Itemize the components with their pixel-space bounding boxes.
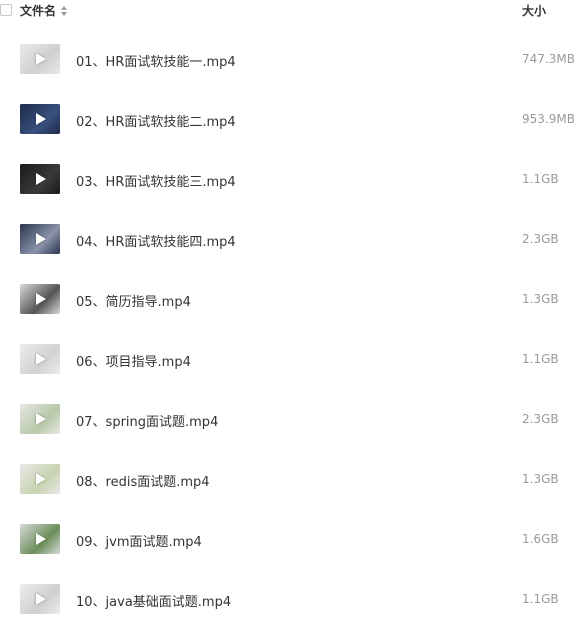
- file-size: 1.1GB: [522, 172, 559, 186]
- file-row[interactable]: 08、redis面试题.mp4 1.3GB: [0, 449, 585, 509]
- column-header-size[interactable]: 大小: [522, 2, 546, 19]
- file-row[interactable]: 06、项目指导.mp4 1.1GB: [0, 329, 585, 389]
- sort-icon[interactable]: [60, 5, 68, 17]
- play-icon: [36, 413, 46, 425]
- play-icon: [36, 233, 46, 245]
- file-row[interactable]: 09、jvm面试题.mp4 1.6GB: [0, 509, 585, 569]
- play-icon: [36, 473, 46, 485]
- play-icon: [36, 353, 46, 365]
- file-row[interactable]: 05、简历指导.mp4 1.3GB: [0, 269, 585, 329]
- column-header-name[interactable]: 文件名: [20, 2, 68, 19]
- file-name[interactable]: 01、HR面试软技能一.mp4: [76, 51, 236, 70]
- column-header-name-label: 文件名: [20, 4, 57, 18]
- file-name[interactable]: 05、简历指导.mp4: [76, 291, 191, 310]
- file-row[interactable]: 07、spring面试题.mp4 2.3GB: [0, 389, 585, 449]
- file-name[interactable]: 04、HR面试软技能四.mp4: [76, 231, 236, 250]
- video-thumbnail[interactable]: [20, 224, 60, 254]
- file-name[interactable]: 08、redis面试题.mp4: [76, 471, 210, 490]
- video-thumbnail[interactable]: [20, 404, 60, 434]
- file-size: 953.9MB: [522, 112, 575, 126]
- play-icon: [36, 293, 46, 305]
- video-thumbnail[interactable]: [20, 524, 60, 554]
- file-size: 1.6GB: [522, 532, 559, 546]
- file-size: 747.3MB: [522, 52, 575, 66]
- file-name[interactable]: 02、HR面试软技能二.mp4: [76, 111, 236, 130]
- video-thumbnail[interactable]: [20, 104, 60, 134]
- file-list-header: 文件名 大小: [0, 0, 585, 24]
- video-thumbnail[interactable]: [20, 584, 60, 614]
- video-thumbnail[interactable]: [20, 464, 60, 494]
- video-thumbnail[interactable]: [20, 44, 60, 74]
- file-row[interactable]: 01、HR面试软技能一.mp4 747.3MB: [0, 29, 585, 89]
- file-size: 1.3GB: [522, 472, 559, 486]
- file-size: 1.3GB: [522, 292, 559, 306]
- file-size: 2.3GB: [522, 232, 559, 246]
- file-name[interactable]: 06、项目指导.mp4: [76, 351, 191, 370]
- select-all-checkbox[interactable]: [0, 4, 12, 16]
- file-row[interactable]: 04、HR面试软技能四.mp4 2.3GB: [0, 209, 585, 269]
- file-row[interactable]: 03、HR面试软技能三.mp4 1.1GB: [0, 149, 585, 209]
- file-row[interactable]: 10、java基础面试题.mp4 1.1GB: [0, 569, 585, 629]
- file-size: 2.3GB: [522, 412, 559, 426]
- play-icon: [36, 53, 46, 65]
- file-name[interactable]: 10、java基础面试题.mp4: [76, 591, 231, 610]
- play-icon: [36, 533, 46, 545]
- play-icon: [36, 593, 46, 605]
- video-thumbnail[interactable]: [20, 164, 60, 194]
- file-size: 1.1GB: [522, 352, 559, 366]
- file-name[interactable]: 09、jvm面试题.mp4: [76, 531, 202, 550]
- video-thumbnail[interactable]: [20, 284, 60, 314]
- file-name[interactable]: 07、spring面试题.mp4: [76, 411, 218, 430]
- file-name[interactable]: 03、HR面试软技能三.mp4: [76, 171, 236, 190]
- play-icon: [36, 173, 46, 185]
- video-thumbnail[interactable]: [20, 344, 60, 374]
- file-row[interactable]: 02、HR面试软技能二.mp4 953.9MB: [0, 89, 585, 149]
- play-icon: [36, 113, 46, 125]
- file-size: 1.1GB: [522, 592, 559, 606]
